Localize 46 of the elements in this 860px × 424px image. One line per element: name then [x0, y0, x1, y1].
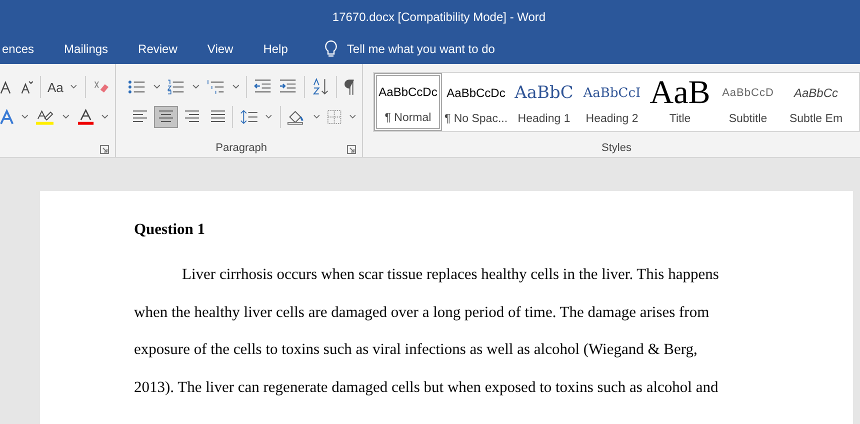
align-justify-icon — [210, 110, 226, 124]
text-effects-icon[interactable] — [0, 109, 14, 125]
group-label: Paragraph — [216, 142, 267, 154]
dialog-launcher-icon[interactable] — [347, 145, 356, 154]
style-option[interactable]: AaBbCcDc ¶ Normal — [374, 73, 442, 131]
numbering-icon[interactable] — [167, 79, 186, 95]
decrease-indent-icon[interactable] — [254, 79, 272, 95]
ribbon-tab[interactable]: ences — [2, 33, 34, 64]
dialog-launcher-icon[interactable] — [100, 145, 109, 154]
align-left-icon — [132, 110, 148, 124]
ribbon-tab[interactable]: View — [207, 33, 234, 64]
caret-icon[interactable] — [62, 114, 70, 120]
align-center-icon — [158, 110, 174, 124]
font-color-icon[interactable] — [76, 108, 94, 126]
lightbulb-icon — [324, 40, 338, 58]
group-label: Styles — [602, 142, 632, 154]
highlighter-icon[interactable] — [35, 108, 55, 126]
grow-font-icon[interactable] — [0, 79, 13, 95]
ribbon-tab[interactable]: Help — [263, 33, 288, 64]
align-right-icon — [184, 110, 200, 124]
document-heading: Question 1 — [134, 221, 206, 239]
increase-indent-icon[interactable] — [279, 79, 297, 95]
shrink-font-icon[interactable] — [20, 79, 33, 95]
sort-icon[interactable] — [312, 78, 330, 96]
ribbon-tab[interactable]: Review — [138, 33, 178, 64]
alignment-button[interactable] — [154, 106, 178, 128]
change-case-button[interactable]: Aa — [47, 80, 64, 94]
caret-icon[interactable] — [101, 114, 110, 120]
multilevel-list-icon[interactable] — [206, 79, 225, 95]
borders-icon[interactable] — [327, 109, 342, 125]
bullets-icon[interactable] — [128, 79, 146, 95]
caret-icon[interactable] — [20, 114, 28, 120]
tell-me-search-field[interactable]: Tell me what you want to do — [346, 42, 495, 56]
caret-icon[interactable] — [152, 84, 160, 90]
document-paragraph: Liver cirrhosis occurs when scar tissue replaces healthy cells in the liver. This happens when the healthy liver cells are damaged over a long period of time. The damage arises from exposure of the cells to toxins such as viral infections as well as alcohol (Wiegand & Berg, 2013). The liver can regenerate damaged cells but when exposed to toxins such as alcohol and — [134, 265, 720, 398]
caret-icon[interactable] — [192, 84, 200, 90]
caret-icon[interactable] — [232, 84, 240, 90]
caret-icon[interactable] — [70, 84, 78, 90]
ribbon-tab[interactable]: Mailings — [64, 33, 108, 64]
window-title: 17670.docx [Compatibility Mode] - Word — [331, 10, 546, 24]
caret-icon[interactable] — [348, 114, 356, 120]
shading-bucket-icon[interactable] — [287, 108, 306, 126]
caret-icon[interactable] — [312, 114, 320, 120]
line-spacing-icon[interactable] — [240, 109, 258, 125]
pilcrow-icon[interactable] — [344, 79, 356, 95]
caret-icon[interactable] — [265, 114, 273, 120]
